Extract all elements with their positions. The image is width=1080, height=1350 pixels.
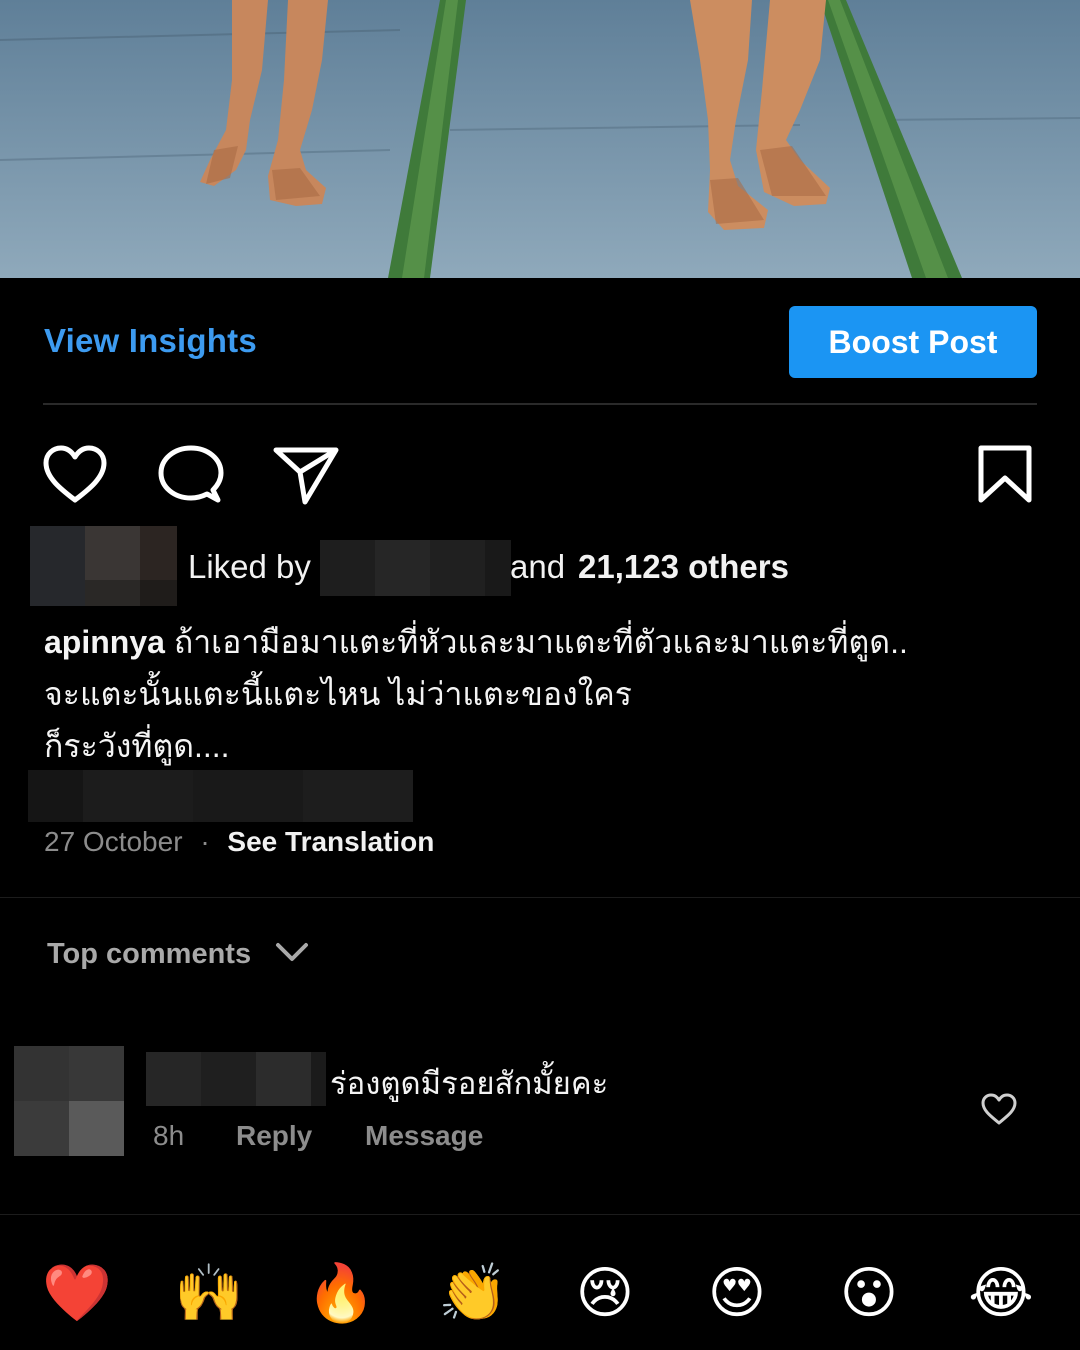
likes-count-link[interactable]: 21,123 others <box>578 548 789 586</box>
comment-text: ร่องตูดมีรอยสักมั้ยคะ <box>330 1066 609 1101</box>
post-date: 27 October <box>44 826 183 857</box>
post-caption: apinnya ถ้าเอามือมาแตะที่หัวและมาแตะที่ต… <box>44 616 1044 772</box>
divider <box>0 897 1080 898</box>
pavement-texture <box>0 0 1080 278</box>
reaction-crying-emoji[interactable]: 😢 <box>570 1258 640 1328</box>
comment-time: 8h <box>153 1120 185 1151</box>
post-image[interactable] <box>0 0 1080 278</box>
comment-message-button[interactable]: Message <box>365 1120 483 1152</box>
reaction-laughing-emoji[interactable]: 😂 <box>966 1258 1036 1328</box>
like-heart-icon[interactable] <box>40 444 110 506</box>
boost-post-button[interactable]: Boost Post <box>789 306 1037 378</box>
view-insights-link[interactable]: View Insights <box>44 322 257 360</box>
meta-separator: · <box>200 826 210 857</box>
reaction-heart-eyes-emoji[interactable]: 😍 <box>702 1258 772 1328</box>
reaction-clap-emoji[interactable]: 👏 <box>438 1258 508 1328</box>
top-comments-dropdown[interactable]: Top comments <box>47 938 309 971</box>
caption-line-3: ก็ระวังที่ตูด.... <box>44 728 230 764</box>
see-translation-link[interactable]: See Translation <box>227 826 434 857</box>
top-comments-label: Top comments <box>47 938 252 970</box>
chevron-down-icon <box>275 938 309 971</box>
post-meta: 27 October · See Translation <box>44 826 434 858</box>
caption-username[interactable]: apinnya <box>44 624 165 660</box>
liker-avatars-blurred[interactable] <box>30 526 177 606</box>
comment-reply-button[interactable]: Reply <box>236 1120 312 1152</box>
reaction-raised-hands-emoji[interactable]: 🙌 <box>174 1258 244 1328</box>
send-paper-plane-icon[interactable] <box>272 444 340 506</box>
and-label: and <box>510 548 566 585</box>
comment-like-heart-icon[interactable] <box>980 1092 1018 1126</box>
reaction-surprised-emoji[interactable]: 😮 <box>834 1258 904 1328</box>
caption-hashtags-blurred <box>28 770 413 822</box>
divider <box>0 1214 1080 1215</box>
caption-line-1: ถ้าเอามือมาแตะที่หัวและมาแตะที่ตัวและมาแ… <box>173 624 908 660</box>
commenter-avatar-blurred[interactable] <box>14 1046 124 1156</box>
commenter-username-blurred[interactable] <box>146 1052 326 1106</box>
divider <box>43 403 1037 405</box>
comment-bubble-icon[interactable] <box>158 444 224 506</box>
caption-line-2: จะแตะนั้นแตะนี้แตะไหน ไม่ว่าแตะของใคร <box>44 676 632 712</box>
reaction-fire-emoji[interactable]: 🔥 <box>306 1258 376 1328</box>
bookmark-icon[interactable] <box>976 444 1034 506</box>
reaction-heart-emoji[interactable]: ❤️ <box>42 1258 112 1328</box>
liked-by-label: Liked by <box>188 548 311 585</box>
liker-username-blurred[interactable] <box>320 540 511 596</box>
